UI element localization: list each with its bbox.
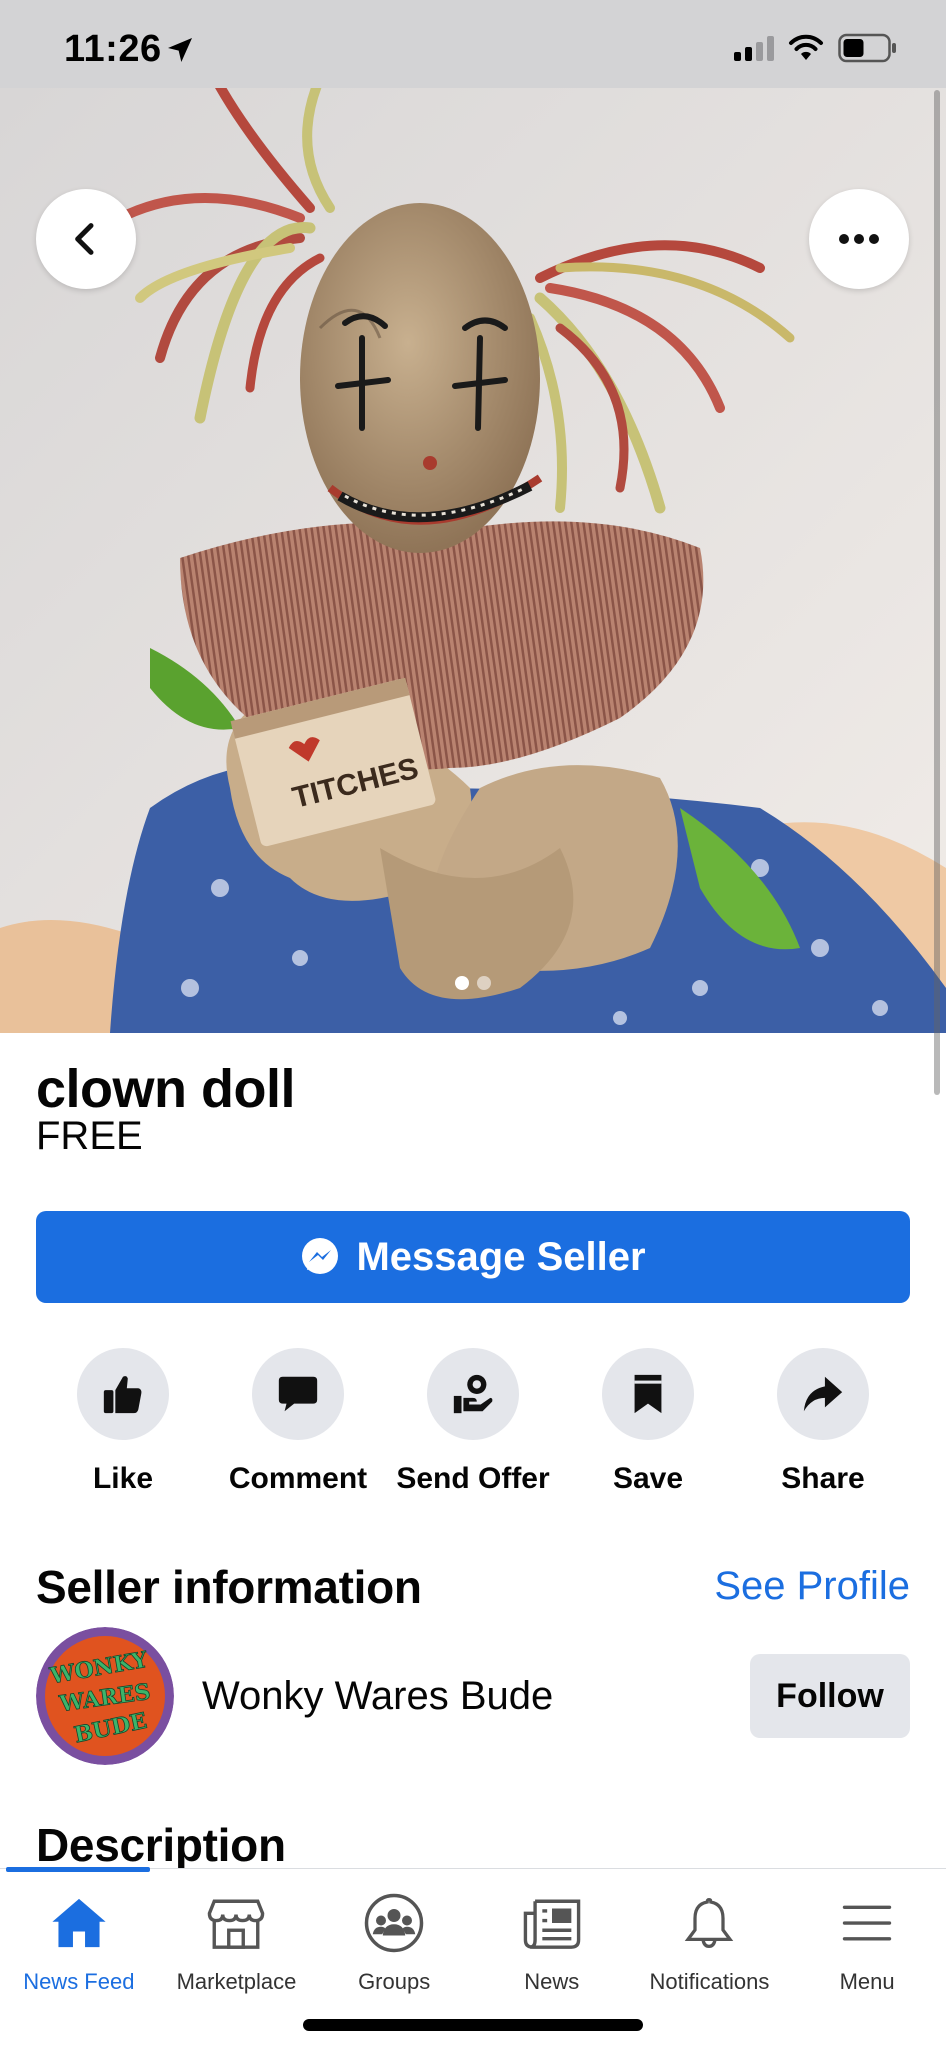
cellular-signal-icon: [734, 35, 774, 61]
action-row: Like Comment Send Offer Save Share: [36, 1348, 910, 1496]
thumbs-up-icon: [103, 1376, 142, 1414]
share-action[interactable]: Share: [736, 1348, 910, 1496]
send-offer-label: Send Offer: [396, 1462, 550, 1495]
more-options-button[interactable]: [809, 189, 909, 289]
bell-icon: [677, 1891, 741, 1955]
groups-icon: [362, 1891, 426, 1955]
tab-notifications[interactable]: Notifications: [631, 1869, 789, 1995]
comment-button[interactable]: [252, 1348, 344, 1440]
save-label: Save: [612, 1462, 684, 1495]
location-arrow-icon: [168, 38, 192, 62]
tab-groups[interactable]: Groups: [315, 1869, 473, 1995]
more-horizontal-icon: [839, 234, 879, 244]
like-label: Like: [92, 1462, 154, 1495]
send-offer-action[interactable]: Send Offer: [386, 1348, 560, 1496]
image-page-indicator[interactable]: [455, 976, 491, 990]
wifi-icon: [789, 34, 823, 60]
save-action[interactable]: Save: [561, 1348, 735, 1496]
home-icon: [47, 1891, 111, 1955]
listing-title: clown doll: [36, 1059, 296, 1119]
send-offer-icon: [453, 1374, 493, 1414]
status-bar: 11:26: [0, 0, 946, 88]
avatar[interactable]: WONKY WARES BUDE: [36, 1627, 174, 1765]
message-seller-label: Message Seller: [356, 1234, 646, 1279]
tab-marketplace[interactable]: Marketplace: [158, 1869, 316, 1995]
back-button[interactable]: [36, 189, 136, 289]
page-dot[interactable]: [455, 976, 469, 990]
bookmark-icon: [634, 1374, 662, 1414]
message-seller-button[interactable]: Message Seller: [36, 1211, 910, 1303]
tab-label: Notifications: [649, 1969, 770, 1994]
news-icon: [520, 1891, 584, 1955]
share-button[interactable]: [777, 1348, 869, 1440]
menu-icon: [835, 1891, 899, 1955]
tab-label: Menu: [839, 1969, 895, 1994]
description-title: Description: [36, 1819, 286, 1871]
follow-button[interactable]: Follow: [750, 1654, 910, 1738]
seller-section-title: Seller information: [36, 1561, 422, 1613]
status-time: 11:26: [64, 28, 162, 70]
page-dot[interactable]: [477, 976, 491, 990]
share-label: Share: [781, 1462, 865, 1495]
send-offer-button[interactable]: [427, 1348, 519, 1440]
comment-icon: [278, 1376, 318, 1412]
tab-label: News: [524, 1969, 580, 1994]
tab-news[interactable]: News: [473, 1869, 631, 1995]
save-button[interactable]: [602, 1348, 694, 1440]
like-action[interactable]: Like: [36, 1348, 210, 1496]
seller-name[interactable]: Wonky Wares Bude: [202, 1674, 553, 1719]
seller-logo: WONKY WARES BUDE: [36, 1627, 174, 1765]
home-indicator[interactable]: [303, 2019, 643, 2031]
share-arrow-icon: [803, 1376, 843, 1412]
listing-price: FREE: [36, 1114, 143, 1158]
like-button[interactable]: [77, 1348, 169, 1440]
battery-icon: [838, 33, 896, 63]
marketplace-icon: [204, 1891, 268, 1955]
tab-news-feed[interactable]: News Feed: [0, 1869, 158, 1995]
see-profile-link[interactable]: See Profile: [714, 1564, 910, 1609]
clown-doll-photo: TITCHES: [0, 88, 946, 1033]
tab-label: News Feed: [23, 1969, 135, 1994]
product-photo[interactable]: TITCHES: [0, 88, 946, 1033]
tab-label: Marketplace: [176, 1969, 297, 1994]
active-tab-indicator: [6, 1867, 150, 1872]
comment-action[interactable]: Comment: [211, 1348, 385, 1496]
tab-label: Groups: [358, 1969, 431, 1994]
tab-menu[interactable]: Menu: [788, 1869, 946, 1995]
scrollbar[interactable]: [934, 90, 940, 1095]
status-icons: [734, 32, 898, 64]
comment-label: Comment: [228, 1462, 368, 1495]
messenger-icon: [302, 1238, 339, 1274]
chevron-left-icon: [75, 223, 94, 255]
